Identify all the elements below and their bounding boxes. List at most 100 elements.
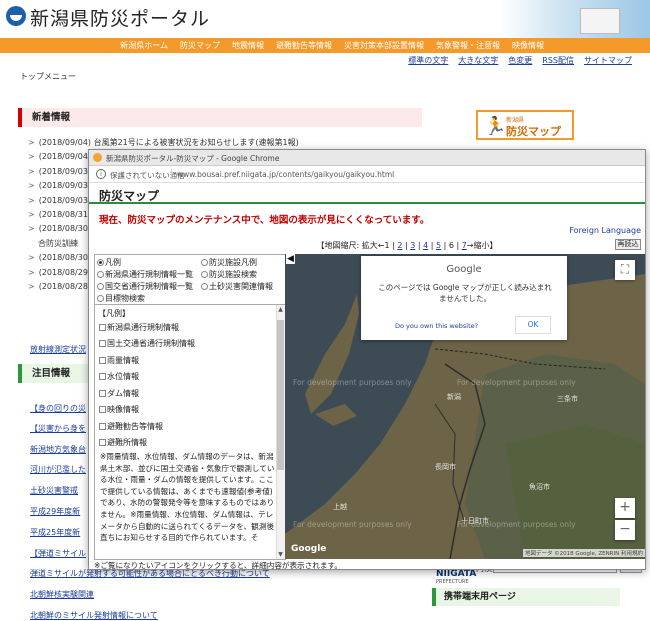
checkbox-water-level[interactable]: 水位情報 [99, 371, 139, 382]
checkbox-icon [99, 357, 106, 364]
nav-item-weather[interactable]: 気象警報・注意報 [430, 38, 506, 53]
scroll-down-icon[interactable]: ▼ [276, 550, 285, 559]
font-large-link[interactable]: 大きな文字 [458, 55, 498, 66]
color-change-link[interactable]: 色変更 [508, 55, 532, 66]
scale-prefix[interactable]: 【地図縮尺: 拡大←1 [317, 241, 390, 250]
zoom-in-button[interactable]: + [615, 498, 635, 518]
featured-link[interactable]: 平成29年度新 [30, 506, 80, 517]
checkbox-icon [99, 439, 106, 446]
nav-item-earthquake[interactable]: 地震情報 [226, 38, 270, 53]
utility-nav: 標準の文字 大きな文字 色変更 RSS配信 サイトマップ [408, 55, 632, 66]
header-banner-image [500, 0, 650, 38]
legend-note: ※雨量情報、水位情報、ダム情報のデータは、新潟県土木部、並びに国土交通省・気象庁… [100, 452, 275, 543]
featured-link[interactable]: 新潟地方気象台 [30, 444, 86, 455]
news-heading: 新着情報 [18, 108, 422, 127]
nav-item-home[interactable]: 新潟県ホーム [114, 38, 174, 53]
address-bar[interactable]: i 保護されていない通信 www.bousai.pref.niigata.jp/… [89, 166, 645, 183]
own-website-link[interactable]: Do you own this website? [395, 322, 478, 330]
checkbox-rainfall[interactable]: 雨量情報 [99, 355, 139, 366]
news-item-text: (2018/09/03) [38, 166, 92, 176]
niigata-logo[interactable]: NIIGATA PREFECTURE [436, 569, 476, 585]
prefecture-logo-icon[interactable] [6, 6, 26, 26]
dev-watermark: For development purposes only [457, 378, 576, 387]
place-label: 長岡市 [435, 463, 456, 471]
featured-link[interactable]: 土砂災害警戒 [30, 485, 78, 496]
scale-level-link[interactable]: 2 [397, 241, 402, 250]
url-text[interactable]: www.bousai.pref.niigata.jp/contents/gaik… [177, 170, 394, 179]
featured-link[interactable]: 北朝鮮のミサイル発射情報について [30, 610, 158, 621]
radiation-link[interactable]: 放射線測定状況 [30, 344, 86, 355]
chrome-favicon-icon [93, 153, 102, 162]
legend-scrollbar[interactable]: ▲ ▼ [276, 305, 285, 559]
radio-icon [201, 283, 208, 290]
featured-link[interactable]: 河川が氾濫した [30, 464, 86, 475]
nav-item-evacuation[interactable]: 避難勧告等情報 [270, 38, 338, 53]
place-label: 上越 [333, 503, 347, 511]
window-titlebar[interactable]: 新潟県防災ポータル-防災マップ - Google Chrome [89, 150, 645, 166]
sitemap-link[interactable]: サイトマップ [584, 55, 632, 66]
scale-level-link[interactable]: 5 [436, 241, 441, 250]
rss-link[interactable]: RSS配信 [542, 55, 574, 66]
news-item-text: (2018/08/30) [38, 253, 92, 263]
checkbox-icon [99, 423, 106, 430]
featured-link[interactable]: 【身の回りの災 [30, 403, 86, 414]
maps-error-dialog: Google このページでは Google マップが正しく読み込まれませんでした… [361, 256, 567, 340]
scroll-thumb[interactable] [277, 320, 284, 470]
info-icon[interactable]: i [96, 169, 106, 179]
window-title: 新潟県防災ポータル-防災マップ - Google Chrome [106, 154, 280, 163]
radio-facility-legend[interactable]: 防災施設凡例 [201, 257, 257, 268]
niigata-logo-text: NIIGATA [436, 569, 477, 579]
place-label: 魚沼市 [529, 483, 550, 491]
scale-level-link[interactable]: 4 [423, 241, 428, 250]
icon-click-note: ※ご覧になりたいアイコンをクリックすると、詳細内容が表示されます。 [94, 561, 342, 570]
font-standard-link[interactable]: 標準の文字 [408, 55, 448, 66]
checkbox-icon [99, 373, 106, 380]
foreign-language-link[interactable]: Foreign Language [569, 226, 641, 235]
checkbox-mlit-road[interactable]: 国土交通省通行規制情報 [99, 338, 195, 349]
news-item-text: (2018/09/03) [38, 195, 92, 205]
bousai-map-banner[interactable]: 🏃 新潟県 防災マップ [476, 110, 574, 140]
radio-mlit-road-list[interactable]: 国交省通行規制情報一覧 [97, 281, 193, 292]
place-label: 新潟 [447, 393, 461, 401]
map-canvas[interactable]: ◀ For development purposes only For deve… [285, 254, 645, 559]
fullscreen-icon[interactable]: ⛶ [615, 260, 635, 280]
scale-level-link[interactable]: 3 [410, 241, 415, 250]
nav-item-hq[interactable]: 災害対策本部設置情報 [338, 38, 430, 53]
checkbox-shelter[interactable]: 避難所情報 [99, 437, 147, 448]
reload-button[interactable]: 再読込 [615, 239, 641, 250]
nav-item-video[interactable]: 映像情報 [506, 38, 550, 53]
radio-icon [201, 259, 208, 266]
radio-label: 凡例 [105, 258, 121, 267]
checkbox-label: 国土交通省通行規制情報 [107, 339, 195, 348]
radio-landmark-search[interactable]: 目標物検索 [97, 293, 145, 304]
zoom-out-button[interactable]: − [615, 520, 635, 540]
site-title[interactable]: 新潟県防災ポータル [30, 4, 210, 31]
radio-legend[interactable]: 凡例 [97, 257, 121, 268]
checkbox-label: ダム情報 [107, 389, 139, 398]
radio-icon [201, 271, 208, 278]
featured-link[interactable]: 平成25年度新 [30, 527, 80, 538]
google-brand-label: Google [446, 264, 482, 275]
checkbox-video[interactable]: 映像情報 [99, 404, 139, 415]
map-collapse-arrow-icon[interactable]: ◀ [286, 254, 295, 264]
radio-pref-road-list[interactable]: 新潟県通行規制情報一覧 [97, 269, 193, 280]
dismiss-ok-button[interactable]: OK [515, 316, 551, 334]
radio-facility-search[interactable]: 防災施設検索 [201, 269, 257, 280]
news-item-text: (2018/09/04) [38, 152, 92, 162]
checkbox-label: 新潟県通行規制情報 [107, 323, 179, 332]
maintenance-notice: 現在、防災マップのメンテナンス中で、地図の表示が見にくくなっています。 [99, 215, 430, 226]
checkbox-pref-road[interactable]: 新潟県通行規制情報 [99, 322, 179, 333]
radio-landslide[interactable]: 土砂災害関連情報 [201, 281, 273, 292]
featured-link[interactable]: 北朝鮮核実験関連 [30, 589, 94, 600]
nav-item-bousai-map[interactable]: 防災マップ [174, 38, 226, 53]
featured-link[interactable]: 【災害から身を [30, 423, 86, 434]
map-attribution[interactable]: 地図データ ©2018 Google, ZENRIN 利用規約 [522, 549, 645, 557]
scroll-up-icon[interactable]: ▲ [276, 305, 285, 314]
checkbox-dam[interactable]: ダム情報 [99, 388, 139, 399]
scale-level-current: 6 [448, 241, 454, 250]
checkbox-evacuation[interactable]: 避難勧告等情報 [99, 421, 163, 432]
legend-title: 【凡例】 [98, 309, 130, 318]
banner-main-label: 防災マップ [506, 125, 561, 138]
maps-error-message: このページでは Google マップが正しく読み込まれませんでした。 [378, 283, 552, 303]
featured-link[interactable]: 【弾道ミサイル [30, 548, 86, 559]
